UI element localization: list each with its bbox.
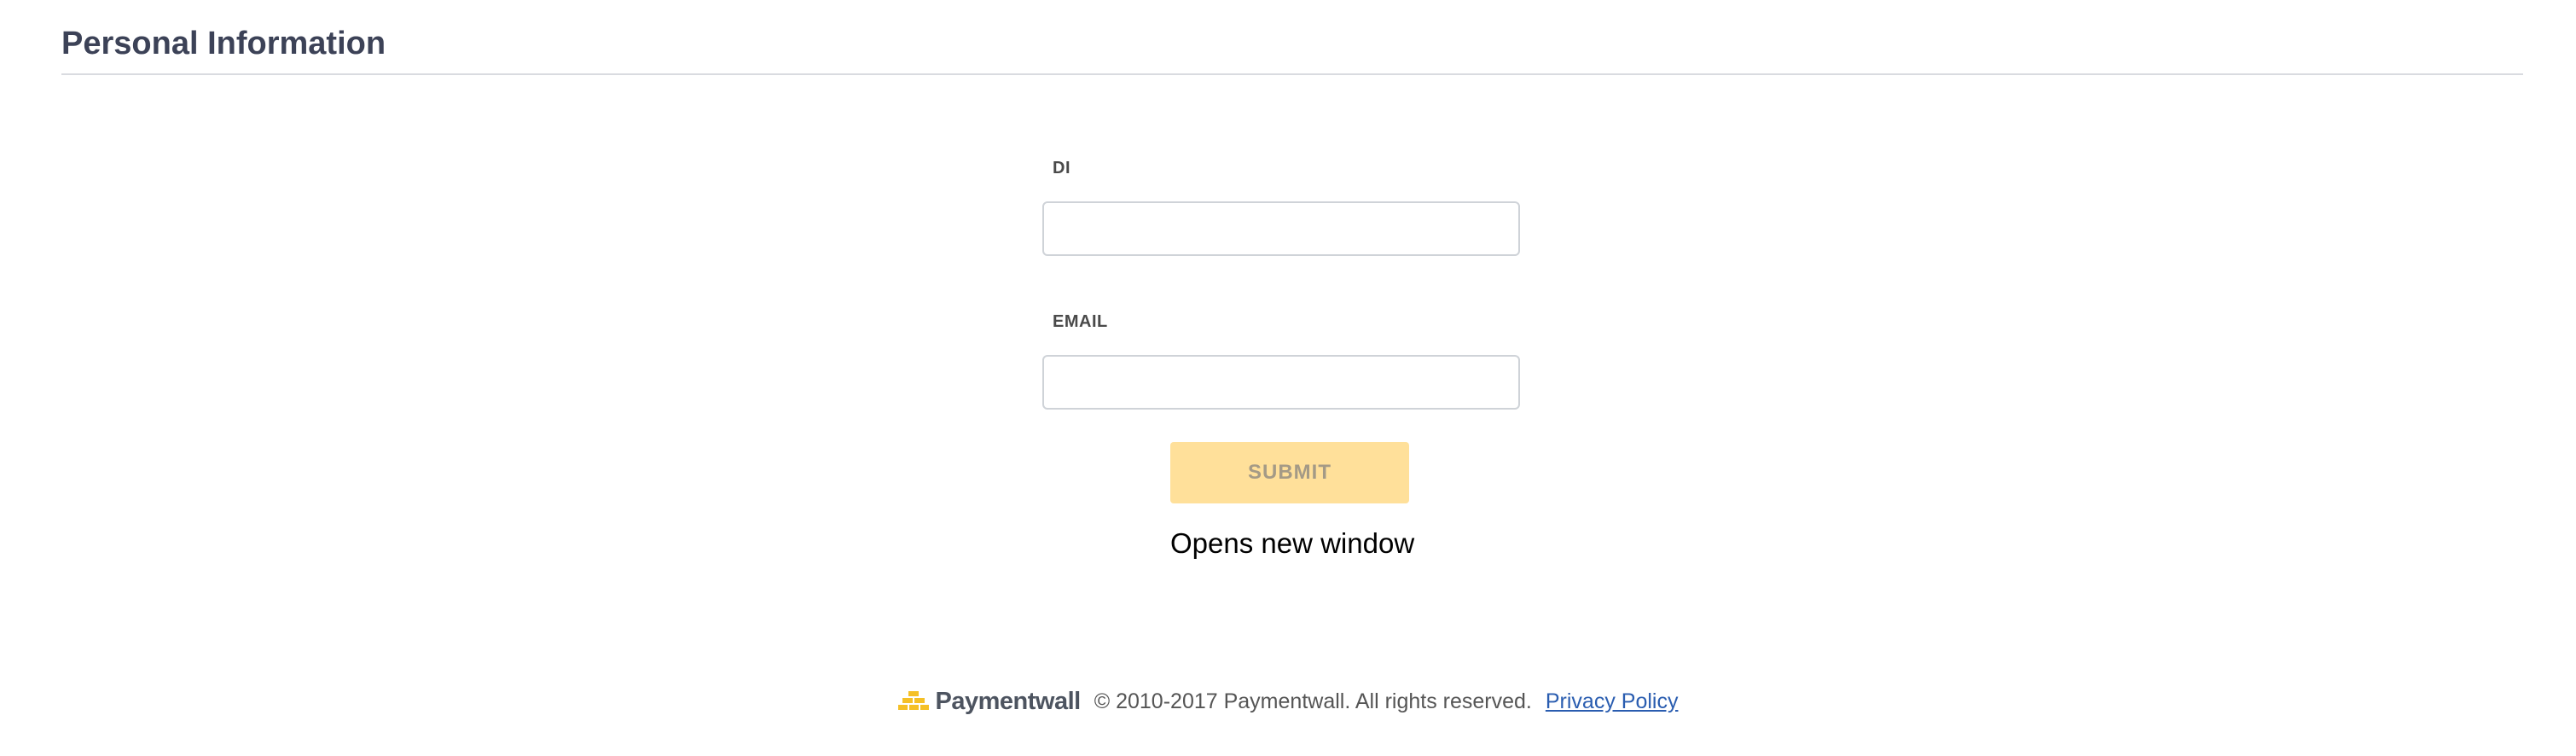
page-title: Personal Information [61,26,386,61]
paymentwall-logo: Paymentwall [897,687,1082,716]
opens-new-window-note: Opens new window [1170,527,1415,559]
footer: Paymentwall © 2010-2017 Paymentwall. All… [0,684,2576,718]
email-label: EMAIL [1053,312,1108,331]
page-header: Personal Information [61,24,2523,75]
copyright-text: © 2010-2017 Paymentwall. All rights rese… [1094,689,1532,713]
paymentwall-logo-text: Paymentwall [935,687,1082,715]
di-input[interactable] [1042,201,1520,256]
submit-button[interactable]: SUBMIT [1170,442,1409,503]
di-label: DI [1053,159,1070,177]
privacy-policy-link[interactable]: Privacy Policy [1546,689,1679,714]
email-input[interactable] [1042,355,1520,410]
paymentwall-bricks-icon [897,691,929,710]
